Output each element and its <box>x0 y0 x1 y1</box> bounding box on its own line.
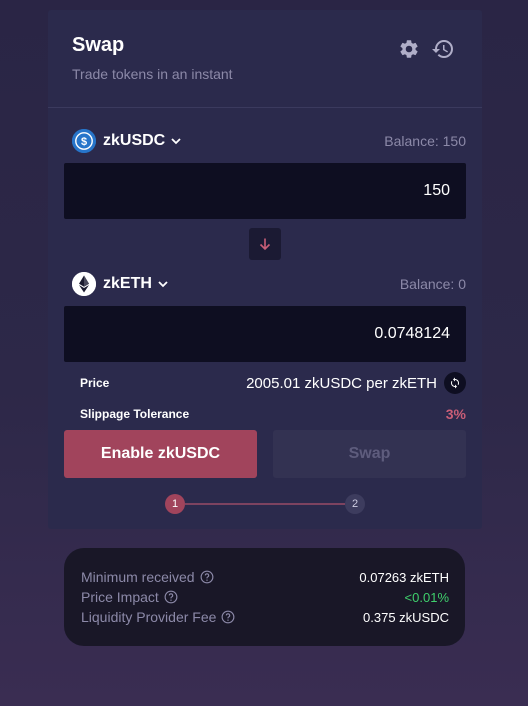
gear-icon[interactable] <box>398 38 420 60</box>
trade-summary: Minimum received 0.07263 zkETH Price Imp… <box>64 548 465 646</box>
help-icon[interactable] <box>221 610 235 624</box>
from-token-name: zkUSDC <box>103 132 166 149</box>
help-icon[interactable] <box>200 570 214 584</box>
to-token-select[interactable]: zkETH <box>72 272 169 296</box>
svg-text:$: $ <box>81 136 87 148</box>
summary-label: Price Impact <box>81 589 178 605</box>
price-impact-label: Price Impact <box>81 589 159 605</box>
minimum-received-label: Minimum received <box>81 569 195 585</box>
help-icon[interactable] <box>164 590 178 604</box>
summary-row-liquidity-fee: Liquidity Provider Fee 0.375 zkUSDC <box>81 607 449 627</box>
switch-direction-button[interactable] <box>249 228 281 260</box>
summary-row-price-impact: Price Impact <0.01% <box>81 587 449 607</box>
stepper-line <box>185 503 345 505</box>
chevron-down-icon <box>171 138 181 145</box>
step-2: 2 <box>345 494 365 514</box>
liquidity-fee-label: Liquidity Provider Fee <box>81 609 217 625</box>
swap-button[interactable]: Swap <box>273 430 466 478</box>
history-icon[interactable] <box>431 37 455 61</box>
summary-label: Minimum received <box>81 569 214 585</box>
minimum-received-value: 0.07263 zkETH <box>359 569 449 585</box>
from-balance: Balance: 150 <box>384 133 466 149</box>
price-row: Price 2005.01 zkUSDC per zkETH <box>80 371 466 395</box>
price-impact-value: <0.01% <box>404 589 449 605</box>
summary-label: Liquidity Provider Fee <box>81 609 235 625</box>
slippage-label: Slippage Tolerance <box>80 407 190 421</box>
from-amount-input[interactable] <box>64 182 450 200</box>
step-1: 1 <box>165 494 185 514</box>
eth-logo-icon <box>72 272 96 296</box>
from-token-row: $ zkUSDC Balance: 150 <box>72 128 466 154</box>
to-token-row: zkETH Balance: 0 <box>72 271 466 297</box>
page-title: Swap <box>72 34 125 56</box>
price-value-wrap: 2005.01 zkUSDC per zkETH <box>246 372 466 394</box>
chevron-down-icon <box>158 281 168 288</box>
to-balance: Balance: 0 <box>399 276 466 292</box>
arrow-down-icon <box>259 238 271 251</box>
from-amount-box[interactable] <box>64 163 466 219</box>
usdc-logo-icon: $ <box>72 129 96 153</box>
to-amount-box[interactable] <box>64 306 466 362</box>
swap-card: Swap Trade tokens in an instant $ zkUSDC… <box>48 10 482 529</box>
approval-stepper: 1 2 <box>165 494 365 514</box>
from-token-select[interactable]: $ zkUSDC <box>72 129 182 153</box>
page-subtitle: Trade tokens in an instant <box>72 66 233 82</box>
liquidity-fee-value: 0.375 zkUSDC <box>363 609 449 625</box>
to-token-name: zkETH <box>103 275 152 292</box>
slippage-value[interactable]: 3% <box>446 406 466 422</box>
price-label: Price <box>80 376 110 390</box>
summary-row-minimum-received: Minimum received 0.07263 zkETH <box>81 567 449 587</box>
swap-header: Swap Trade tokens in an instant <box>48 10 482 108</box>
price-value: 2005.01 zkUSDC per zkETH <box>246 374 437 392</box>
refresh-icon[interactable] <box>444 372 466 394</box>
enable-token-button[interactable]: Enable zkUSDC <box>64 430 257 478</box>
to-amount-input[interactable] <box>64 325 450 343</box>
slippage-row: Slippage Tolerance 3% <box>80 405 466 423</box>
